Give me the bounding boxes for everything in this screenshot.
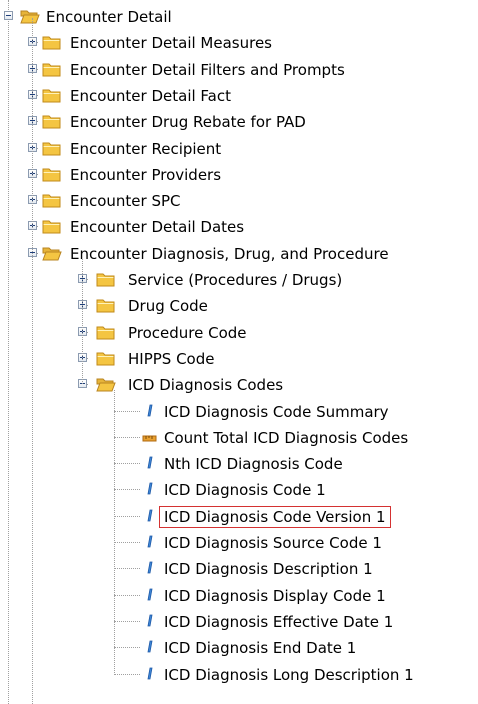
tree-node-label: Encounter Diagnosis, Drug, and Procedure — [70, 244, 389, 263]
tree-node-label: Drug Code — [128, 297, 208, 316]
dimension-icon — [140, 639, 160, 656]
tree-node-icd-diagnosis-display-code-1[interactable]: ICD Diagnosis Display Code 1 — [0, 587, 478, 607]
tree-node-encounter-detail-dates[interactable]: Encounter Detail Dates — [0, 218, 478, 238]
dimension-icon — [140, 613, 160, 630]
tree-node-label: ICD Diagnosis Codes — [128, 376, 284, 395]
dimension-icon — [140, 481, 160, 498]
tree-node-icd-diagnosis-effective-date-1[interactable]: ICD Diagnosis Effective Date 1 — [0, 613, 478, 633]
tree-node-drug-code[interactable]: Drug Code — [0, 297, 478, 317]
tree-node-icd-diagnosis-source-code-1[interactable]: ICD Diagnosis Source Code 1 — [0, 534, 478, 554]
tree-node-label: ICD Diagnosis Long Description 1 — [164, 665, 414, 684]
dimension-icon — [140, 587, 160, 604]
tree-node-encounter-detail-filters-and-prompts[interactable]: Encounter Detail Filters and Prompts — [0, 61, 478, 81]
folder-open-icon — [20, 8, 40, 25]
tree-guide-line — [82, 258, 83, 385]
tree-node-label: HIPPS Code — [128, 349, 215, 368]
tree-node-label: ICD Diagnosis Code Version 1 — [159, 505, 391, 528]
tree-node-label: Encounter Drug Rebate for PAD — [70, 113, 306, 132]
tree-node-nth-icd-diagnosis-code[interactable]: Nth ICD Diagnosis Code — [0, 455, 478, 475]
tree-node-label: Encounter Detail Dates — [70, 218, 245, 237]
folder-open-icon — [96, 376, 116, 393]
tree-node-label: Count Total ICD Diagnosis Codes — [164, 428, 409, 447]
tree-node-label: Encounter Detail — [46, 8, 172, 26]
measure-icon — [140, 429, 160, 446]
tree-node-icd-diagnosis-code-1[interactable]: ICD Diagnosis Code 1 — [0, 481, 478, 501]
folder-icon — [42, 87, 62, 104]
tree-node-label: ICD Diagnosis Code 1 — [164, 481, 326, 500]
collapse-icon[interactable] — [4, 11, 13, 20]
tree-node-label: ICD Diagnosis Source Code 1 — [164, 534, 382, 552]
tree-node-service-procedures-drugs[interactable]: Service (Procedures / Drugs) — [0, 271, 478, 291]
folder-icon — [42, 140, 62, 157]
tree-node-label: ICD Diagnosis Display Code 1 — [164, 586, 386, 605]
tree-node-icd-diagnosis-code-summary[interactable]: ICD Diagnosis Code Summary — [0, 403, 478, 423]
tree-node-label: Nth ICD Diagnosis Code — [164, 455, 343, 474]
folder-icon — [96, 297, 116, 314]
tree-node-label: ICD Diagnosis Effective Date 1 — [164, 612, 394, 631]
dimension-icon — [140, 666, 160, 683]
tree-node-label: ICD Diagnosis End Date 1 — [164, 639, 357, 658]
tree-node-icd-diagnosis-end-date-1[interactable]: ICD Diagnosis End Date 1 — [0, 639, 478, 659]
folder-icon — [42, 113, 62, 130]
tree-node-label: ICD Diagnosis Code Summary — [164, 402, 389, 421]
tree-node-label: Procedure Code — [128, 323, 247, 342]
tree-node-encounter-diagnosis-drug-and-procedure[interactable]: Encounter Diagnosis, Drug, and Procedure — [0, 245, 478, 265]
dimension-icon — [140, 534, 160, 551]
tree-node-icd-diagnosis-code-version-1[interactable]: ICD Diagnosis Code Version 1 — [0, 505, 478, 528]
dimension-icon — [140, 508, 160, 525]
tree-node-encounter-spc[interactable]: Encounter SPC — [0, 192, 478, 212]
tree-node-procedure-code[interactable]: Procedure Code — [0, 324, 478, 344]
folder-icon — [42, 61, 62, 78]
tree-node-label: ICD Diagnosis Description 1 — [164, 560, 373, 579]
tree-node-encounter-detail-fact[interactable]: Encounter Detail Fact — [0, 87, 478, 107]
tree-node-icd-diagnosis-codes[interactable]: ICD Diagnosis Codes — [0, 376, 478, 396]
tree-guide-line — [114, 390, 115, 674]
tree-node-count-total-icd-diagnosis-codes[interactable]: Count Total ICD Diagnosis Codes — [0, 429, 478, 449]
dimension-icon — [140, 455, 160, 472]
folder-icon — [96, 271, 116, 288]
tree-node-icd-diagnosis-description-1[interactable]: ICD Diagnosis Description 1 — [0, 560, 478, 580]
tree-node-encounter-detail[interactable]: Encounter Detail — [0, 8, 478, 28]
folder-icon — [42, 34, 62, 51]
tree-node-encounter-drug-rebate-for-pad[interactable]: Encounter Drug Rebate for PAD — [0, 113, 478, 133]
tree-node-encounter-recipient[interactable]: Encounter Recipient — [0, 140, 478, 160]
tree-node-encounter-detail-measures[interactable]: Encounter Detail Measures — [0, 34, 478, 54]
dimension-icon — [140, 560, 160, 577]
folder-icon — [42, 166, 62, 183]
tree-node-label: Encounter Providers — [70, 165, 222, 184]
tree-node-label: Encounter SPC — [70, 192, 181, 211]
tree-node-label: Service (Procedures / Drugs) — [128, 271, 343, 289]
folder-icon — [42, 218, 62, 235]
dimension-icon — [140, 403, 160, 420]
tree-node-label: Encounter Detail Filters and Prompts — [70, 60, 345, 79]
tree-node-label: Encounter Detail Measures — [70, 34, 272, 53]
folder-open-icon — [42, 245, 62, 262]
folder-icon — [96, 324, 116, 341]
tree-node-icd-diagnosis-long-description-1[interactable]: ICD Diagnosis Long Description 1 — [0, 666, 478, 686]
folder-icon — [96, 350, 116, 367]
tree-node-label: Encounter Detail Fact — [70, 86, 231, 105]
folder-icon — [42, 192, 62, 209]
tree-node-label: Encounter Recipient — [70, 139, 222, 158]
tree-node-hipps-code[interactable]: HIPPS Code — [0, 350, 478, 370]
tree-node-encounter-providers[interactable]: Encounter Providers — [0, 166, 478, 186]
